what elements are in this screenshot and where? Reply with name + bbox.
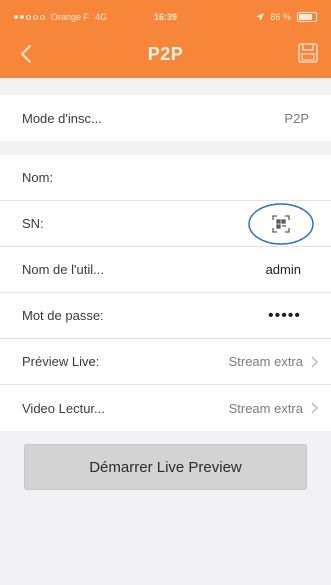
name-label: Nom:: [22, 170, 54, 185]
battery-percentage: 86 %: [270, 12, 291, 22]
carrier-label: Orange F: [51, 12, 90, 22]
preview-live-row[interactable]: Préview Live: Stream extra: [0, 339, 331, 385]
name-row[interactable]: Nom:: [0, 155, 331, 201]
register-mode-row[interactable]: Mode d'insc... P2P: [0, 95, 331, 141]
password-value[interactable]: •••••: [268, 307, 301, 325]
signal-strength-icon: [14, 14, 45, 20]
chevron-right-icon: [311, 356, 318, 368]
video-playback-row[interactable]: Video Lectur... Stream extra: [0, 385, 331, 431]
save-icon: [298, 43, 318, 63]
register-mode-value: P2P: [284, 110, 309, 126]
video-playback-value: Stream extra: [228, 400, 303, 416]
sn-label: SN:: [22, 216, 44, 231]
preview-live-label: Préview Live:: [22, 354, 100, 369]
username-label: Nom de l'util...: [22, 262, 104, 277]
password-row[interactable]: Mot de passe: •••••: [0, 293, 331, 339]
device-settings-group: Nom: SN: Nom de l'util... admin Mot de p…: [0, 155, 331, 431]
username-value[interactable]: admin: [266, 262, 301, 277]
sn-row[interactable]: SN:: [0, 201, 331, 247]
location-arrow-icon: [256, 13, 265, 21]
password-label: Mot de passe:: [22, 308, 104, 323]
start-live-preview-button[interactable]: Démarrer Live Preview: [24, 444, 307, 490]
chevron-right-icon: [311, 402, 318, 414]
save-button[interactable]: [297, 42, 319, 64]
battery-icon: [297, 12, 317, 22]
register-mode-group: Mode d'insc... P2P: [0, 95, 331, 141]
status-left: Orange F 4G: [14, 12, 107, 22]
status-time: 16:39: [154, 12, 178, 22]
p2p-settings-screen: Orange F 4G 16:39 86 % P2P Mode d'insc..…: [0, 0, 331, 585]
network-label: 4G: [95, 12, 108, 22]
page-title: P2P: [147, 44, 184, 64]
preview-live-value: Stream extra: [228, 354, 303, 369]
status-right: 86 %: [256, 12, 317, 22]
app-header: Orange F 4G 16:39 86 % P2P: [0, 0, 331, 78]
status-bar: Orange F 4G 16:39 86 %: [0, 12, 331, 26]
video-playback-label: Video Lectur...: [22, 400, 105, 416]
register-mode-label: Mode d'insc...: [22, 110, 102, 126]
username-row[interactable]: Nom de l'util... admin: [0, 247, 331, 293]
navigation-bar: P2P: [0, 36, 331, 72]
qr-scan-icon: [248, 203, 314, 245]
qr-scan-button[interactable]: [247, 201, 315, 247]
